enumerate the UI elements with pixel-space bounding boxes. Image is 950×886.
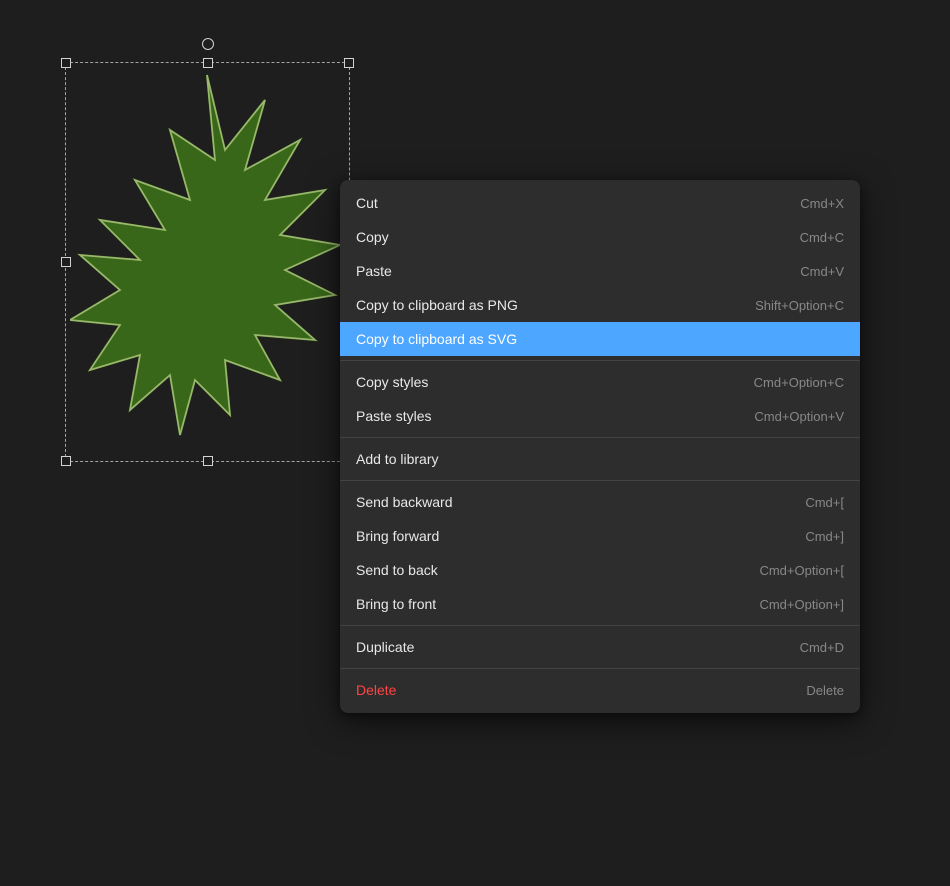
menu-item-copy-svg[interactable]: Copy to clipboard as SVG <box>340 322 860 356</box>
menu-item-label-bring-forward: Bring forward <box>356 528 439 544</box>
menu-item-send-backward[interactable]: Send backward Cmd+[ <box>340 485 860 519</box>
menu-item-copy[interactable]: Copy Cmd+C <box>340 220 860 254</box>
menu-item-label-copy-png: Copy to clipboard as PNG <box>356 297 518 313</box>
menu-item-shortcut-bring-front: Cmd+Option+] <box>759 597 844 612</box>
menu-item-label-duplicate: Duplicate <box>356 639 414 655</box>
menu-item-shortcut-paste: Cmd+V <box>800 264 844 279</box>
handle-top-middle[interactable] <box>203 58 213 68</box>
menu-item-shortcut-duplicate: Cmd+D <box>800 640 844 655</box>
menu-item-cut[interactable]: Cut Cmd+X <box>340 186 860 220</box>
menu-item-bring-front[interactable]: Bring to front Cmd+Option+] <box>340 587 860 621</box>
menu-item-label-copy: Copy <box>356 229 389 245</box>
selection-box <box>65 62 350 462</box>
menu-divider-2 <box>340 437 860 438</box>
menu-item-add-library[interactable]: Add to library <box>340 442 860 476</box>
menu-divider-5 <box>340 668 860 669</box>
handle-top-left[interactable] <box>61 58 71 68</box>
menu-item-shortcut-copy: Cmd+C <box>800 230 844 245</box>
menu-item-shortcut-copy-styles: Cmd+Option+C <box>754 375 844 390</box>
menu-item-delete[interactable]: Delete Delete <box>340 673 860 707</box>
handle-bottom-left[interactable] <box>61 456 71 466</box>
rotate-handle[interactable] <box>202 38 214 50</box>
menu-item-label-send-back: Send to back <box>356 562 438 578</box>
menu-divider-3 <box>340 480 860 481</box>
menu-divider-4 <box>340 625 860 626</box>
handle-bottom-middle[interactable] <box>203 456 213 466</box>
menu-item-paste[interactable]: Paste Cmd+V <box>340 254 860 288</box>
handle-top-right[interactable] <box>344 58 354 68</box>
menu-divider-1 <box>340 360 860 361</box>
handle-middle-left[interactable] <box>61 257 71 267</box>
menu-item-copy-styles[interactable]: Copy styles Cmd+Option+C <box>340 365 860 399</box>
menu-item-label-paste-styles: Paste styles <box>356 408 431 424</box>
menu-item-label-send-backward: Send backward <box>356 494 453 510</box>
menu-item-label-copy-svg: Copy to clipboard as SVG <box>356 331 517 347</box>
menu-item-paste-styles[interactable]: Paste styles Cmd+Option+V <box>340 399 860 433</box>
menu-item-label-cut: Cut <box>356 195 378 211</box>
menu-item-duplicate[interactable]: Duplicate Cmd+D <box>340 630 860 664</box>
menu-item-label-copy-styles: Copy styles <box>356 374 428 390</box>
menu-item-shortcut-delete: Delete <box>806 683 844 698</box>
menu-item-shortcut-cut: Cmd+X <box>800 196 844 211</box>
menu-item-label-delete: Delete <box>356 682 396 698</box>
menu-item-bring-forward[interactable]: Bring forward Cmd+] <box>340 519 860 553</box>
menu-item-shortcut-copy-png: Shift+Option+C <box>755 298 844 313</box>
canvas: Cut Cmd+X Copy Cmd+C Paste Cmd+V Copy to clipb… <box>0 0 950 886</box>
menu-item-shortcut-bring-forward: Cmd+] <box>805 529 844 544</box>
menu-item-shortcut-send-back: Cmd+Option+[ <box>759 563 844 578</box>
context-menu: Cut Cmd+X Copy Cmd+C Paste Cmd+V Copy to clipb… <box>340 180 860 713</box>
menu-item-label-bring-front: Bring to front <box>356 596 436 612</box>
menu-item-shortcut-paste-styles: Cmd+Option+V <box>754 409 844 424</box>
menu-item-label-paste: Paste <box>356 263 392 279</box>
menu-item-shortcut-send-backward: Cmd+[ <box>805 495 844 510</box>
menu-item-send-back[interactable]: Send to back Cmd+Option+[ <box>340 553 860 587</box>
menu-item-label-add-library: Add to library <box>356 451 438 467</box>
menu-item-copy-png[interactable]: Copy to clipboard as PNG Shift+Option+C <box>340 288 860 322</box>
